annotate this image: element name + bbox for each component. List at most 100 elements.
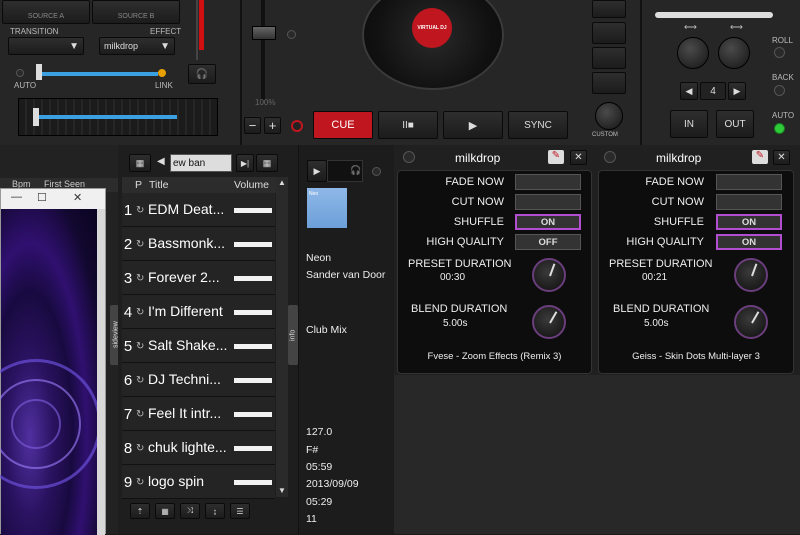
preview-headphones-button[interactable]: 🎧: [327, 160, 363, 182]
fx-right-preset-label: PRESET DURATION: [609, 258, 713, 270]
fx-left-hq-toggle[interactable]: OFF: [515, 234, 581, 250]
row-volume-bar: [234, 412, 272, 417]
row-title: Forever 2...: [148, 269, 220, 285]
crossfader-handle[interactable]: [36, 64, 42, 80]
pitch-handle[interactable]: [252, 26, 276, 40]
fx-left-preset-knob[interactable]: [532, 258, 566, 292]
playlist-search-input[interactable]: ew ban: [170, 154, 232, 172]
fx-left-close-button[interactable]: ✕: [570, 150, 587, 165]
video-window-scrollbar[interactable]: [97, 209, 105, 535]
list-view-button[interactable]: ▦: [256, 154, 278, 172]
loop-icon: ↻: [136, 273, 145, 284]
custom-knob[interactable]: [595, 102, 623, 130]
effect-select[interactable]: milkdrop ▼: [99, 37, 175, 55]
pause-stop-button[interactable]: II■: [378, 111, 438, 139]
loop-knob-left[interactable]: [677, 37, 709, 69]
hotcue-button-2[interactable]: [592, 22, 626, 44]
info-tab[interactable]: info: [288, 305, 298, 365]
fx-right-shuffle-toggle[interactable]: ON: [716, 214, 782, 230]
link-label: LINK: [155, 81, 173, 90]
scroll-up-icon[interactable]: ▲: [278, 178, 286, 187]
col-volume[interactable]: Volume: [234, 179, 269, 191]
fx-left-fade-button[interactable]: [515, 174, 581, 190]
playlist-row[interactable]: 4 ↻ I'm Different: [122, 295, 275, 329]
loop-out-button[interactable]: OUT: [716, 110, 754, 138]
minimize-icon[interactable]: —: [11, 191, 22, 203]
hotcue-button-4[interactable]: [592, 72, 626, 94]
sort-icon[interactable]: ↨: [205, 503, 225, 519]
pitch-plus-button[interactable]: +: [264, 117, 281, 134]
pitch-minus-button[interactable]: −: [244, 117, 261, 134]
source-b-label: SOURCE B: [117, 13, 155, 20]
add-icon[interactable]: ⇡: [130, 503, 150, 519]
fx-right-cut-button[interactable]: [716, 194, 782, 210]
transition-select[interactable]: ▼: [8, 37, 84, 55]
preview-led[interactable]: [372, 167, 381, 176]
pitch-track[interactable]: [261, 0, 265, 100]
cue-button[interactable]: CUE: [313, 111, 373, 139]
fx-left-shuffle-toggle[interactable]: ON: [515, 214, 581, 230]
row-title: Salt Shake...: [148, 337, 228, 353]
fx-right-hq-toggle[interactable]: ON: [716, 234, 782, 250]
scroll-down-icon[interactable]: ▼: [278, 486, 286, 495]
fx-right-blend-knob[interactable]: [734, 305, 768, 339]
shuffle-icon[interactable]: ⤨: [180, 503, 200, 519]
video-window[interactable]: — ☐ ✕: [0, 188, 106, 535]
playlist-row[interactable]: 9 ↻ logo spin: [122, 465, 275, 499]
fx-right-close-button[interactable]: ✕: [773, 150, 790, 165]
source-b-button[interactable]: SOURCE B: [92, 0, 180, 24]
crossfader-track[interactable]: [38, 72, 158, 76]
playlist-row[interactable]: 7 ↻ Feel It intr...: [122, 397, 275, 431]
playlist-row[interactable]: 5 ↻ Salt Shake...: [122, 329, 275, 363]
fx-slider-handle[interactable]: [33, 108, 39, 126]
fx-left-cut-button[interactable]: [515, 194, 581, 210]
fx-left-power[interactable]: [403, 151, 415, 163]
preview-play-button[interactable]: ▶: [307, 160, 327, 182]
grid-icon[interactable]: ▦: [155, 503, 175, 519]
loop-in-button[interactable]: IN: [670, 110, 708, 138]
link-led[interactable]: [158, 69, 166, 77]
col-p[interactable]: P: [135, 179, 142, 191]
fx-right-fade-button[interactable]: [716, 174, 782, 190]
auto-led[interactable]: [16, 69, 24, 77]
playlist-row[interactable]: 6 ↻ DJ Techni...: [122, 363, 275, 397]
fx-right-preset-knob[interactable]: [734, 258, 768, 292]
playlist-header: P Title Volume: [122, 177, 288, 193]
playlist-row[interactable]: 3 ↻ Forever 2...: [122, 261, 275, 295]
loop-knob-right[interactable]: [718, 37, 750, 69]
source-a-button[interactable]: SOURCE A: [2, 0, 90, 24]
fx-left-blend-label: BLEND DURATION: [411, 303, 508, 315]
headphones-button[interactable]: 🎧: [188, 64, 216, 84]
fx-left-blend-knob[interactable]: [532, 305, 566, 339]
hotcue-button-3[interactable]: [592, 47, 626, 69]
video-window-titlebar[interactable]: — ☐ ✕: [1, 189, 105, 209]
loop-next-button[interactable]: ▶: [728, 82, 746, 100]
play-button[interactable]: ▶: [443, 111, 503, 139]
fx-right-pin-icon[interactable]: ✎: [752, 150, 768, 164]
fx-left-pin-icon[interactable]: ✎: [548, 150, 564, 164]
auto-right-led[interactable]: [774, 123, 785, 134]
sync-button[interactable]: SYNC: [508, 111, 568, 139]
loop-slider[interactable]: [655, 12, 773, 18]
record-icon[interactable]: [291, 120, 303, 132]
playlist-row[interactable]: 1 ↻ EDM Deat...: [122, 193, 275, 227]
next-list-button[interactable]: ▶|: [236, 154, 254, 172]
grid-view-button[interactable]: ▦: [129, 154, 151, 172]
fx-right-power[interactable]: [604, 151, 616, 163]
list-add-icon[interactable]: ☰: [230, 503, 250, 519]
maximize-icon[interactable]: ☐: [37, 191, 47, 204]
playlist-row[interactable]: 2 ↻ Bassmonk...: [122, 227, 275, 261]
row-volume-bar: [234, 310, 272, 315]
col-title[interactable]: Title: [149, 179, 168, 191]
playlist-row[interactable]: 8 ↻ chuk lighte...: [122, 431, 275, 465]
back-led[interactable]: [774, 85, 785, 96]
close-icon[interactable]: ✕: [73, 191, 82, 204]
hotcue-button-1[interactable]: [592, 0, 626, 18]
roll-led[interactable]: [774, 47, 785, 58]
loop-prev-button[interactable]: ◀: [680, 82, 698, 100]
fx-slider-track[interactable]: [18, 98, 218, 136]
playlist-scrollbar[interactable]: ▲ ▼: [276, 177, 288, 497]
prev-icon[interactable]: ◀: [157, 156, 165, 167]
pitch-reset-led[interactable]: [287, 30, 296, 39]
source-a-label: SOURCE A: [27, 13, 65, 20]
